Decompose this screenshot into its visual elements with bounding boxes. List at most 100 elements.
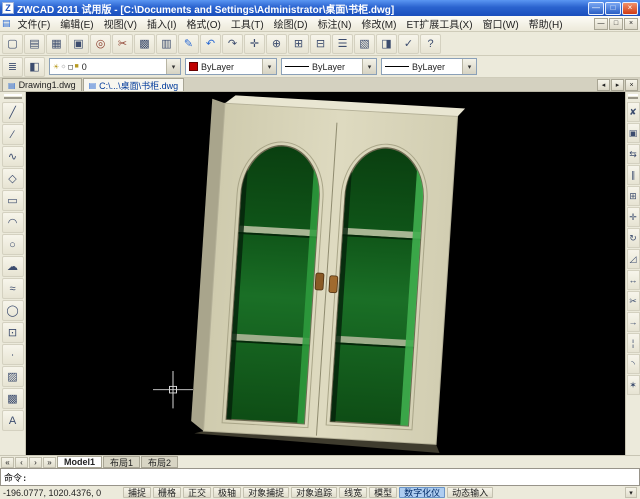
arc-icon[interactable]: ◠ bbox=[2, 212, 24, 233]
circle-icon[interactable]: ○ bbox=[2, 234, 24, 255]
properties-icon[interactable]: ☰ bbox=[332, 34, 353, 54]
next-layout-icon[interactable]: › bbox=[29, 457, 42, 468]
help-icon[interactable]: ? bbox=[420, 34, 441, 54]
print-preview-icon[interactable]: ◎ bbox=[90, 34, 111, 54]
layout2-tab[interactable]: 布局2 bbox=[141, 456, 178, 468]
linetype-dropdown[interactable]: ByLayer ▾ bbox=[281, 58, 377, 75]
tool-palettes-icon[interactable]: ◨ bbox=[376, 34, 397, 54]
otrack-toggle[interactable]: 对象追踪 bbox=[291, 487, 337, 498]
minimize-button[interactable]: — bbox=[588, 2, 604, 15]
scale-icon[interactable]: ◿ bbox=[627, 249, 640, 269]
array-icon[interactable]: ⊞ bbox=[627, 186, 640, 206]
layer-dropdown[interactable]: ☀☼◻■ 0 ▾ bbox=[49, 58, 181, 75]
copy-clip-icon[interactable]: ▩ bbox=[134, 34, 155, 54]
doc-restore-button[interactable]: □ bbox=[609, 18, 623, 30]
first-layout-icon[interactable]: « bbox=[1, 457, 14, 468]
menu-format[interactable]: 格式(O) bbox=[181, 16, 225, 31]
grid-toggle[interactable]: 栅格 bbox=[153, 487, 181, 498]
prev-layout-icon[interactable]: ‹ bbox=[15, 457, 28, 468]
menu-window[interactable]: 窗口(W) bbox=[478, 16, 524, 31]
rectangle-icon[interactable]: ▭ bbox=[2, 190, 24, 211]
revision-cloud-icon[interactable]: ☁ bbox=[2, 256, 24, 277]
menu-help[interactable]: 帮助(H) bbox=[524, 16, 568, 31]
color-dropdown[interactable]: ByLayer ▾ bbox=[185, 58, 277, 75]
menu-file[interactable]: 文件(F) bbox=[13, 16, 56, 31]
model-toggle[interactable]: 模型 bbox=[369, 487, 397, 498]
ellipse-icon[interactable]: ◯ bbox=[2, 300, 24, 321]
tab-shugui-dwg[interactable]: ▤ C:\...\桌面\书柜.dwg bbox=[83, 78, 185, 91]
tab-scroll-left-icon[interactable]: ◂ bbox=[597, 79, 610, 91]
close-button[interactable]: × bbox=[622, 2, 638, 15]
copy-icon[interactable]: ▣ bbox=[627, 123, 640, 143]
toolbar-drag-handle[interactable] bbox=[4, 94, 22, 99]
insert-block-icon[interactable]: ⊡ bbox=[2, 322, 24, 343]
menu-insert[interactable]: 插入(I) bbox=[142, 16, 181, 31]
polar-toggle[interactable]: 极轴 bbox=[213, 487, 241, 498]
maximize-button[interactable]: □ bbox=[605, 2, 621, 15]
snap-toggle[interactable]: 捕捉 bbox=[123, 487, 151, 498]
lineweight-dropdown[interactable]: ByLayer ▾ bbox=[381, 58, 477, 75]
break-icon[interactable]: ¦ bbox=[627, 333, 640, 353]
zoom-realtime-icon[interactable]: ⊕ bbox=[266, 34, 287, 54]
spline-icon[interactable]: ≈ bbox=[2, 278, 24, 299]
explode-icon[interactable]: ✶ bbox=[627, 375, 640, 395]
cut-icon[interactable]: ✂ bbox=[112, 34, 133, 54]
layer-states-icon[interactable]: ◧ bbox=[24, 57, 45, 77]
model-tab[interactable]: Model1 bbox=[57, 456, 102, 468]
doc-close-button[interactable]: × bbox=[624, 18, 638, 30]
dyninput-toggle[interactable]: 动态输入 bbox=[447, 487, 493, 498]
offset-icon[interactable]: ∥ bbox=[627, 165, 640, 185]
command-window[interactable]: 命令: bbox=[0, 468, 640, 486]
undo-icon[interactable]: ↶ bbox=[200, 34, 221, 54]
menu-dimension[interactable]: 标注(N) bbox=[313, 16, 357, 31]
polyline-icon[interactable]: ∿ bbox=[2, 146, 24, 167]
tablet-toggle[interactable]: 数字化仪 bbox=[399, 487, 445, 498]
design-center-icon[interactable]: ▧ bbox=[354, 34, 375, 54]
zoom-previous-icon[interactable]: ⊟ bbox=[310, 34, 331, 54]
gradient-icon[interactable]: ▩ bbox=[2, 388, 24, 409]
redo-icon[interactable]: ↷ bbox=[222, 34, 243, 54]
trim-icon[interactable]: ✂ bbox=[627, 291, 640, 311]
menu-express-tools[interactable]: ET扩展工具(X) bbox=[401, 16, 477, 31]
menu-edit[interactable]: 编辑(E) bbox=[55, 16, 98, 31]
zoom-window-icon[interactable]: ⊞ bbox=[288, 34, 309, 54]
chevron-down-icon[interactable]: ▾ bbox=[262, 59, 276, 74]
menu-view[interactable]: 视图(V) bbox=[99, 16, 142, 31]
tab-drawing1[interactable]: ▤ Drawing1.dwg bbox=[2, 78, 82, 91]
plot-icon[interactable]: ▣ bbox=[68, 34, 89, 54]
ortho-toggle[interactable]: 正交 bbox=[183, 487, 211, 498]
osnap-toggle[interactable]: 对象捕捉 bbox=[243, 487, 289, 498]
pan-icon[interactable]: ✛ bbox=[244, 34, 265, 54]
match-properties-icon[interactable]: ✎ bbox=[178, 34, 199, 54]
chevron-down-icon[interactable]: ▾ bbox=[462, 59, 476, 74]
toolbar-drag-handle[interactable] bbox=[628, 94, 638, 99]
menu-draw[interactable]: 绘图(D) bbox=[269, 16, 313, 31]
line-icon[interactable]: ╱ bbox=[2, 102, 24, 123]
hatch-icon[interactable]: ▨ bbox=[2, 366, 24, 387]
tab-close-icon[interactable]: × bbox=[625, 79, 638, 91]
move-icon[interactable]: ✛ bbox=[627, 207, 640, 227]
point-icon[interactable]: ∙ bbox=[2, 344, 24, 365]
tab-scroll-right-icon[interactable]: ▸ bbox=[611, 79, 624, 91]
open-icon[interactable]: ▤ bbox=[24, 34, 45, 54]
viewport-canvas[interactable] bbox=[26, 92, 625, 455]
erase-icon[interactable]: ✘ bbox=[627, 102, 640, 122]
layer-properties-icon[interactable]: ≣ bbox=[2, 57, 23, 77]
chevron-down-icon[interactable]: ▾ bbox=[166, 59, 180, 74]
fillet-icon[interactable]: ◝ bbox=[627, 354, 640, 374]
mtext-icon[interactable]: A bbox=[2, 410, 24, 431]
layout1-tab[interactable]: 布局1 bbox=[103, 456, 140, 468]
chevron-down-icon[interactable]: ▾ bbox=[362, 59, 376, 74]
save-icon[interactable]: ▦ bbox=[46, 34, 67, 54]
spell-check-icon[interactable]: ✓ bbox=[398, 34, 419, 54]
new-icon[interactable]: ▢ bbox=[2, 34, 23, 54]
extend-icon[interactable]: → bbox=[627, 312, 640, 332]
lineweight-toggle[interactable]: 线宽 bbox=[339, 487, 367, 498]
polygon-icon[interactable]: ◇ bbox=[2, 168, 24, 189]
last-layout-icon[interactable]: » bbox=[43, 457, 56, 468]
command-prompt[interactable]: 命令: bbox=[4, 475, 636, 484]
menu-modify[interactable]: 修改(M) bbox=[356, 16, 401, 31]
drawing-viewport[interactable] bbox=[26, 92, 625, 455]
construction-line-icon[interactable]: ∕ bbox=[2, 124, 24, 145]
paste-icon[interactable]: ▥ bbox=[156, 34, 177, 54]
